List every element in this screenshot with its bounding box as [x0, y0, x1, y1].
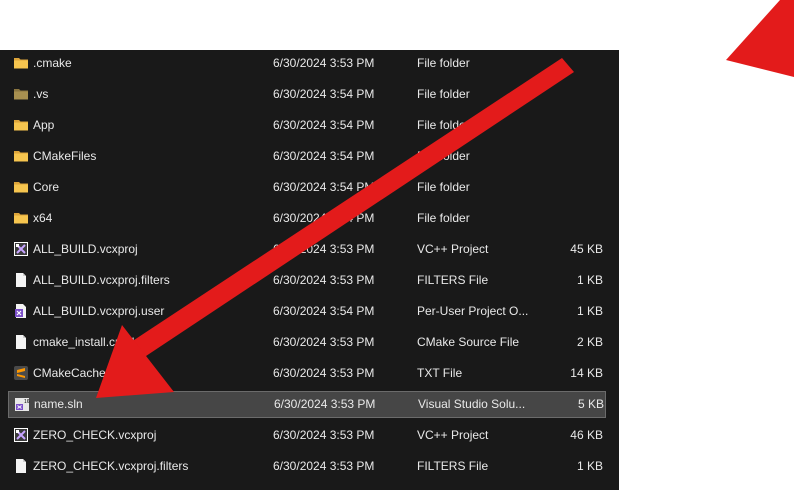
file-name: ALL_BUILD.vcxproj.user — [33, 304, 165, 318]
folder-icon — [13, 205, 29, 232]
file-name: x64 — [33, 211, 53, 225]
file-row[interactable]: App 6/30/2024 3:54 PM File folder — [8, 112, 606, 139]
file-row[interactable]: CMakeCache.txt 6/30/2024 3:53 PM TXT File 1… — [8, 360, 606, 387]
file-date-modified: 6/30/2024 3:53 PM — [273, 366, 375, 380]
vs-user-icon — [13, 298, 29, 325]
file-date-modified: 6/30/2024 3:53 PM — [273, 242, 375, 256]
file-type: TXT File — [417, 366, 463, 380]
file-name: ALL_BUILD.vcxproj — [33, 242, 138, 256]
file-name: CMakeCache.txt — [33, 366, 122, 380]
svg-text:16: 16 — [24, 399, 30, 405]
file-size: 45 KB — [570, 242, 603, 256]
file-row[interactable]: cmake_install.cmake 6/30/2024 3:53 PM CMak… — [8, 329, 606, 356]
file-row[interactable]: .cmake 6/30/2024 3:53 PM File folder — [8, 50, 606, 77]
file-name: cmake_install.cmake — [33, 335, 145, 349]
document-icon — [13, 267, 29, 294]
file-type: VC++ Project — [417, 242, 489, 256]
file-name: Core — [33, 180, 60, 194]
file-date-modified: 6/30/2024 3:54 PM — [273, 87, 375, 101]
folder-icon — [13, 143, 29, 170]
file-row[interactable]: x64 6/30/2024 3:54 PM File folder — [8, 205, 606, 232]
file-row[interactable]: .vs 6/30/2024 3:54 PM File folder — [8, 81, 606, 108]
file-name: name.sln — [34, 397, 83, 411]
file-date-modified: 6/30/2024 3:54 PM — [273, 180, 375, 194]
file-date-modified: 6/30/2024 3:53 PM — [273, 273, 375, 287]
file-name: ZERO_CHECK.vcxproj — [33, 428, 157, 442]
file-size: 5 KB — [577, 397, 604, 411]
folder-icon — [13, 174, 29, 201]
file-row[interactable]: ALL_BUILD.vcxproj.user 6/30/2024 3:54 PM P… — [8, 298, 606, 325]
file-type: Visual Studio Solu... — [418, 397, 526, 411]
file-name: CMakeFiles — [33, 149, 97, 163]
file-type: FILTERS File — [417, 273, 489, 287]
sublime-icon — [13, 360, 29, 387]
file-type: FILTERS File — [417, 459, 489, 473]
file-size: 2 KB — [576, 335, 603, 349]
file-size: 14 KB — [570, 366, 603, 380]
file-date-modified: 6/30/2024 3:53 PM — [273, 428, 375, 442]
file-list: .cmake 6/30/2024 3:53 PM File folder .vs 6/3… — [0, 50, 619, 490]
file-date-modified: 6/30/2024 3:53 PM — [273, 335, 375, 349]
vcxproj-icon — [13, 422, 29, 449]
file-type: VC++ Project — [417, 428, 489, 442]
file-date-modified: 6/30/2024 3:53 PM — [273, 56, 375, 70]
vcxproj-icon — [13, 236, 29, 263]
vs-solution-icon: 16 — [14, 391, 30, 418]
file-type: CMake Source File — [417, 335, 520, 349]
file-date-modified: 6/30/2024 3:54 PM — [273, 304, 375, 318]
file-type: Per-User Project O... — [417, 304, 529, 318]
file-row[interactable]: 16 name.sln 6/30/2024 3:53 PM Visual Studio… — [8, 391, 606, 418]
document-icon — [13, 329, 29, 356]
file-type: File folder — [417, 87, 470, 101]
folder-icon — [13, 112, 29, 139]
file-type: File folder — [417, 180, 470, 194]
file-type: File folder — [417, 56, 470, 70]
file-name: ALL_BUILD.vcxproj.filters — [33, 273, 170, 287]
file-size: 46 KB — [570, 428, 603, 442]
file-type: File folder — [417, 211, 470, 225]
document-icon — [13, 453, 29, 480]
file-size: 1 KB — [576, 304, 603, 318]
file-type: File folder — [417, 118, 470, 132]
file-row[interactable]: ALL_BUILD.vcxproj.filters 6/30/2024 3:53 … — [8, 267, 606, 294]
file-row[interactable]: Core 6/30/2024 3:54 PM File folder — [8, 174, 606, 201]
file-date-modified: 6/30/2024 3:54 PM — [273, 211, 375, 225]
file-date-modified: 6/30/2024 3:53 PM — [273, 459, 375, 473]
file-type: File folder — [417, 149, 470, 163]
file-name: App — [33, 118, 55, 132]
folder-hidden-icon — [13, 81, 29, 108]
file-size: 1 KB — [576, 459, 603, 473]
file-date-modified: 6/30/2024 3:54 PM — [273, 118, 375, 132]
file-row[interactable]: ZERO_CHECK.vcxproj.filters 6/30/2024 3:53… — [8, 453, 606, 480]
file-date-modified: 6/30/2024 3:53 PM — [274, 397, 376, 411]
file-row[interactable]: ALL_BUILD.vcxproj 6/30/2024 3:53 PM VC++ P… — [8, 236, 606, 263]
red-triangle-marker — [726, 0, 794, 77]
file-size: 1 KB — [576, 273, 603, 287]
file-row[interactable]: CMakeFiles 6/30/2024 3:54 PM File folder — [8, 143, 606, 170]
file-row[interactable]: ZERO_CHECK.vcxproj 6/30/2024 3:53 PM VC++ … — [8, 422, 606, 449]
folder-icon — [13, 50, 29, 77]
file-name: ZERO_CHECK.vcxproj.filters — [33, 459, 189, 473]
file-date-modified: 6/30/2024 3:54 PM — [273, 149, 375, 163]
file-name: .cmake — [33, 56, 72, 70]
file-name: .vs — [33, 87, 49, 101]
